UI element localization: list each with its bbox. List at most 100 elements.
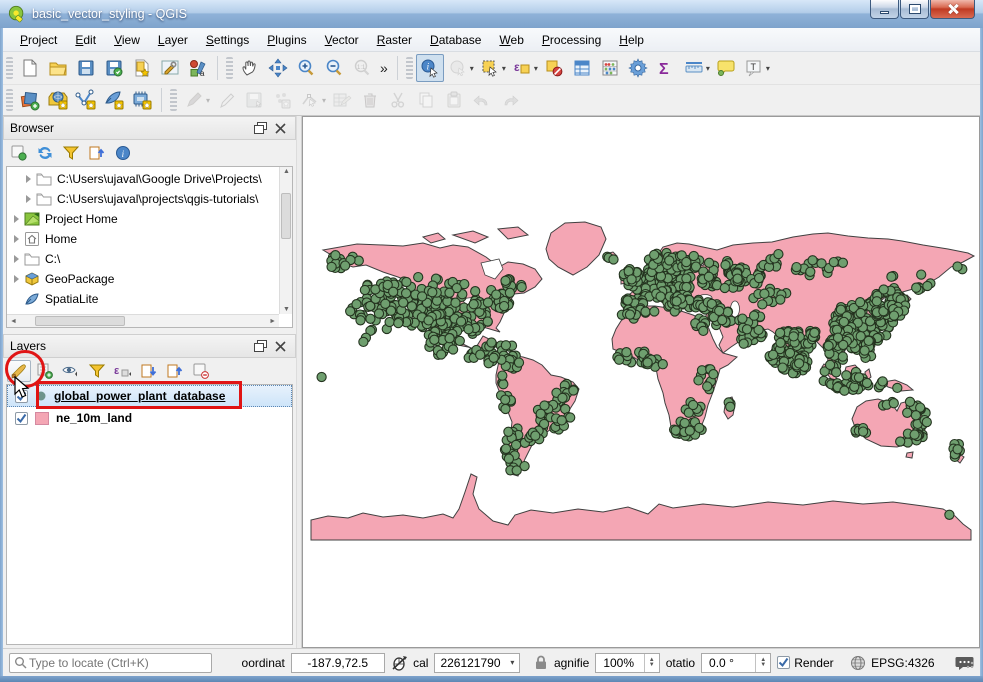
run-feature-action-button[interactable] <box>444 54 472 82</box>
browser-item[interactable]: GeoPackage <box>7 269 278 289</box>
add-group-button[interactable] <box>33 360 57 382</box>
expand-arrow-icon[interactable] <box>14 235 19 243</box>
titlebar[interactable]: basic_vector_styling - QGIS <box>0 0 983 28</box>
open-layer-styling-panel-button[interactable] <box>7 360 31 382</box>
float-panel-button[interactable] <box>251 338 269 354</box>
copy-features-button[interactable] <box>412 86 440 114</box>
close-panel-button[interactable] <box>271 338 289 354</box>
menu-layer[interactable]: Layer <box>149 30 197 50</box>
browser-item[interactable]: SpatiaLite <box>7 289 278 309</box>
menu-plugins[interactable]: Plugins <box>258 30 315 50</box>
style-manager-button[interactable]: a <box>184 54 212 82</box>
remove-layer-button[interactable] <box>189 360 213 382</box>
render-checkbox[interactable]: Render <box>777 656 833 670</box>
current-edits-dropdown[interactable]: ▾ <box>206 96 210 105</box>
layer-row-global_power_plant_database[interactable]: global_power_plant_database <box>7 385 292 407</box>
redo-button[interactable] <box>496 86 524 114</box>
browser-item[interactable]: Home <box>7 229 278 249</box>
toolbar-overflow-button[interactable]: » <box>376 60 392 76</box>
add-selected-layers-button[interactable] <box>7 142 31 164</box>
locate-box[interactable] <box>9 653 212 673</box>
menu-project[interactable]: Project <box>11 30 66 50</box>
browser-tree[interactable]: C:\Users\ujaval\Google Drive\Projects\ C… <box>6 166 293 328</box>
crs-globe-icon[interactable] <box>850 655 866 671</box>
scale-combobox[interactable]: 226121790▾ <box>434 653 520 673</box>
select-by-expression-button[interactable]: ε <box>508 54 536 82</box>
rotation-spinbox[interactable]: 0.0 °▲▼ <box>701 653 771 673</box>
layer-checkbox[interactable] <box>15 390 28 403</box>
spinner-arrows[interactable]: ▲▼ <box>755 654 770 672</box>
zoom-in-button[interactable] <box>292 54 320 82</box>
filter-legend-expression-button[interactable]: ε <box>111 360 135 382</box>
open-data-source-manager-button[interactable] <box>16 86 44 114</box>
close-panel-button[interactable] <box>271 120 289 136</box>
maximize-button[interactable] <box>900 0 929 19</box>
browser-item[interactable]: Project Home <box>7 209 278 229</box>
new-print-layout-button[interactable] <box>128 54 156 82</box>
statistical-summary-button[interactable]: Σ <box>652 54 680 82</box>
collapse-all-button[interactable] <box>163 360 187 382</box>
zoom-native-button[interactable]: 1:1 <box>348 54 376 82</box>
zoom-out-button[interactable] <box>320 54 348 82</box>
measure-line-button[interactable] <box>680 54 708 82</box>
undo-button[interactable] <box>468 86 496 114</box>
pan-map-button[interactable] <box>236 54 264 82</box>
text-annotation-button[interactable]: T <box>740 54 768 82</box>
spinner-arrows[interactable]: ▲▼ <box>644 654 659 672</box>
browser-item[interactable]: C:\Users\ujaval\projects\qgis-tutorials\ <box>7 189 278 209</box>
expand-all-button[interactable] <box>137 360 161 382</box>
show-layout-manager-button[interactable] <box>156 54 184 82</box>
coordinate-value[interactable]: -187.9,72.5 <box>291 653 385 673</box>
add-feature-button[interactable] <box>268 86 296 114</box>
expand-arrow-icon[interactable] <box>14 215 19 223</box>
select-features-button[interactable] <box>476 54 504 82</box>
layers-list[interactable]: global_power_plant_database ne_10m_land <box>6 384 293 645</box>
browser-item[interactable]: C:\ <box>7 249 278 269</box>
minimize-button[interactable] <box>870 0 899 19</box>
new-project-button[interactable] <box>16 54 44 82</box>
menu-view[interactable]: View <box>105 30 149 50</box>
vertex-tool-dropdown[interactable]: ▾ <box>322 96 326 105</box>
filter-legend-button[interactable] <box>85 360 109 382</box>
cut-features-button[interactable] <box>384 86 412 114</box>
toolbar-handle[interactable] <box>6 89 13 111</box>
add-vector-layer-button[interactable] <box>44 86 72 114</box>
menu-web[interactable]: Web <box>490 30 532 50</box>
browser-horizontal-scrollbar[interactable]: ◄► <box>7 314 279 327</box>
menu-settings[interactable]: Settings <box>197 30 258 50</box>
menu-edit[interactable]: Edit <box>66 30 105 50</box>
expand-arrow-icon[interactable] <box>14 255 19 263</box>
menu-help[interactable]: Help <box>610 30 653 50</box>
properties-widget-icon[interactable]: i <box>111 142 135 164</box>
locate-input[interactable] <box>27 655 207 671</box>
delete-selected-button[interactable] <box>356 86 384 114</box>
save-project-as-button[interactable] <box>100 54 128 82</box>
processing-toolbox-button[interactable] <box>624 54 652 82</box>
resize-grip[interactable] <box>966 659 975 668</box>
open-field-calculator-button[interactable] <box>596 54 624 82</box>
expand-arrow-icon[interactable] <box>26 175 31 183</box>
modify-attributes-button[interactable] <box>328 86 356 114</box>
open-project-button[interactable] <box>44 54 72 82</box>
filter-browser-icon[interactable] <box>59 142 83 164</box>
crs-status[interactable]: EPSG:4326 <box>871 656 934 670</box>
collapse-all-icon[interactable] <box>85 142 109 164</box>
paste-features-button[interactable] <box>440 86 468 114</box>
toolbar-handle[interactable] <box>170 89 177 111</box>
menu-processing[interactable]: Processing <box>533 30 610 50</box>
lock-scale-icon[interactable] <box>534 655 548 670</box>
refresh-icon[interactable] <box>33 142 57 164</box>
toggle-editing-button[interactable] <box>212 86 240 114</box>
layer-row-ne_10m_land[interactable]: ne_10m_land <box>7 407 292 429</box>
map-tips-button[interactable] <box>712 54 740 82</box>
deselect-features-button[interactable] <box>540 54 568 82</box>
expand-arrow-icon[interactable] <box>26 195 31 203</box>
extents-toggle-icon[interactable] <box>391 655 408 671</box>
map-canvas[interactable] <box>302 116 980 648</box>
current-edits-button[interactable] <box>180 86 208 114</box>
toolbar-handle[interactable] <box>406 57 413 79</box>
magnifier-spinbox[interactable]: 100%▲▼ <box>595 653 659 673</box>
new-shapefile-layer-button[interactable] <box>72 86 100 114</box>
toolbar-handle[interactable] <box>226 57 233 79</box>
layer-checkbox[interactable] <box>15 412 28 425</box>
